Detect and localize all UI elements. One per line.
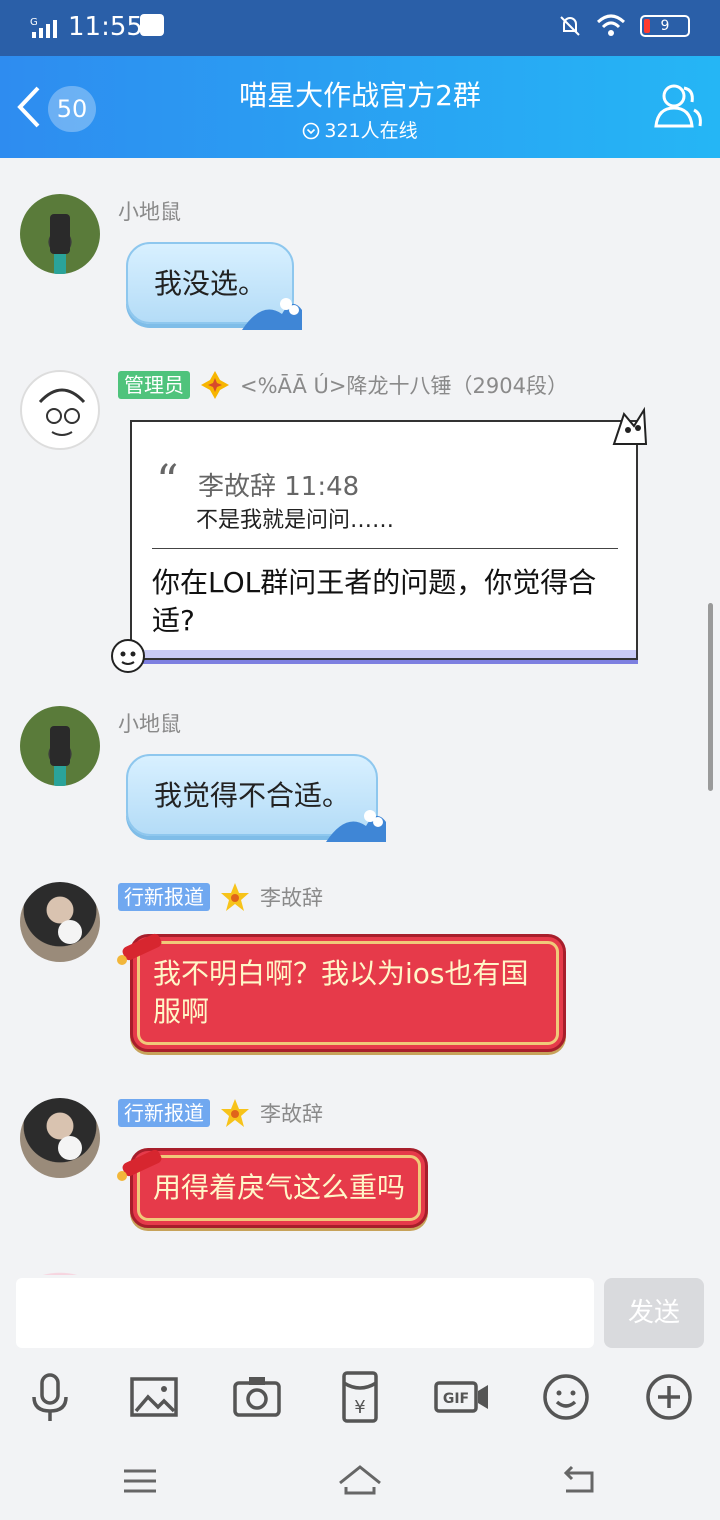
avatar[interactable] <box>20 194 100 274</box>
group-title[interactable]: 喵星大作战官方2群 <box>0 74 720 114</box>
avatar[interactable] <box>20 370 100 450</box>
message-bubble[interactable]: 我没选。 <box>126 242 303 330</box>
message-list[interactable]: 小地鼠 我没选。 管理员 <%ĀĀ Ú>降龙十八锤（2904段） “ 李故辞 1… <box>0 158 720 1275</box>
wifi-icon <box>596 14 626 36</box>
role-badge: 行新报道 <box>118 1099 210 1127</box>
back-icon[interactable] <box>558 1461 602 1501</box>
system-nav-bar <box>0 1445 720 1520</box>
avatar[interactable] <box>20 882 100 962</box>
star-icon <box>221 883 249 911</box>
battery-level: 9 <box>660 18 670 34</box>
star-icon <box>221 1099 249 1127</box>
wave-decoration-icon <box>242 298 303 330</box>
sender-name: 行新报道 李故辞 <box>118 882 323 912</box>
signal-icon: G <box>30 17 57 38</box>
chat-toolbar: ¥ GIF <box>0 1355 720 1445</box>
emoji-icon[interactable] <box>538 1369 594 1425</box>
message-bubble[interactable]: 我觉得不合适。 <box>126 754 387 842</box>
divider <box>152 548 618 549</box>
scrollbar[interactable] <box>708 603 713 791</box>
cat-sticker-icon <box>612 406 648 445</box>
online-count[interactable]: 321人在线 <box>0 116 720 143</box>
notification-message-icon <box>140 14 164 36</box>
status-bar: G 11:55 9 <box>0 0 720 56</box>
online-text: 321人在线 <box>324 120 418 142</box>
svg-text:G: G <box>30 17 38 28</box>
role-badge: 行新报道 <box>118 883 210 911</box>
svg-text:¥: ¥ <box>354 1397 365 1418</box>
diamond-star-icon <box>201 371 229 399</box>
clock: 11:55 <box>68 12 143 42</box>
avatar[interactable] <box>20 706 100 786</box>
mute-bell-icon <box>560 16 580 36</box>
gif-icon[interactable]: GIF <box>434 1369 490 1425</box>
image-icon[interactable] <box>126 1369 182 1425</box>
firecracker-icon <box>117 1149 162 1181</box>
cat-sticker-icon <box>111 639 145 673</box>
mic-icon[interactable] <box>22 1369 78 1425</box>
wave-decoration-icon <box>326 810 387 842</box>
sketch-avatar-icon <box>38 388 86 436</box>
group-members-icon[interactable] <box>652 80 704 132</box>
message-bubble[interactable]: 我不明白啊？我以为ios也有国服啊 <box>130 934 566 1052</box>
home-icon[interactable] <box>338 1461 382 1501</box>
camera-icon[interactable] <box>229 1369 285 1425</box>
svg-text:GIF: GIF <box>443 1391 469 1407</box>
red-packet-icon[interactable]: ¥ <box>332 1369 388 1425</box>
message-bubble[interactable]: 用得着戾气这么重吗 <box>130 1148 429 1228</box>
chevron-down-circle-icon <box>303 122 320 140</box>
battery-icon: 9 <box>640 15 690 37</box>
menu-icon[interactable] <box>118 1461 162 1501</box>
avatar[interactable] <box>20 1098 100 1178</box>
chat-header: 50 喵星大作战官方2群 321人在线 <box>0 56 720 158</box>
role-badge: 管理员 <box>118 371 190 399</box>
message-text: 你在LOL群问王者的问题，你觉得合适? <box>152 566 597 637</box>
quote-reply-bubble[interactable]: “ 李故辞 11:48 不是我就是问问…… 你在LOL群问王者的问题，你觉得合适… <box>130 420 638 660</box>
message-input[interactable] <box>16 1278 594 1348</box>
sender-name: 小地鼠 <box>118 200 181 224</box>
quoted-author: 李故辞 11:48 <box>198 472 360 502</box>
input-bar: 发送 <box>0 1275 720 1355</box>
sender-name: 小地鼠 <box>118 712 181 736</box>
quote-mark-icon: “ <box>156 456 179 507</box>
sender-name: 管理员 <%ĀĀ Ú>降龙十八锤（2904段） <box>118 370 568 400</box>
firecracker-icon <box>117 933 162 965</box>
send-button[interactable]: 发送 <box>604 1278 704 1348</box>
sender-name: 行新报道 李故辞 <box>118 1098 323 1128</box>
plus-icon[interactable] <box>641 1369 697 1425</box>
quoted-text: 不是我就是问问…… <box>196 508 395 533</box>
